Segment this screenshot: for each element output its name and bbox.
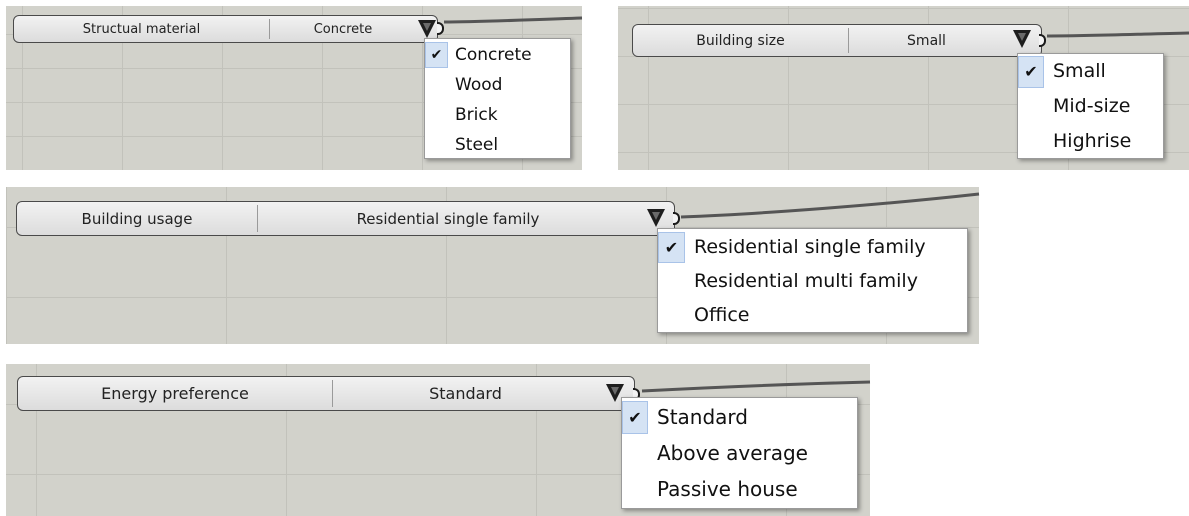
widget-value[interactable]: Standard bbox=[333, 384, 598, 403]
dropdown-menu-energy-preference: ✔ Standard Above average Passive house bbox=[621, 397, 858, 509]
menu-item-above-average[interactable]: Above average bbox=[622, 436, 857, 472]
menu-item-label: Passive house bbox=[657, 477, 798, 501]
menu-item-label: Above average bbox=[657, 441, 808, 465]
menu-item-label: Standard bbox=[657, 405, 748, 429]
widget-label: Energy preference bbox=[101, 384, 249, 403]
menu-item-passive-house[interactable]: Passive house bbox=[622, 472, 857, 508]
value-list-energy-preference[interactable]: Energy preference Standard bbox=[17, 376, 635, 411]
checkmark-icon: ✔ bbox=[622, 401, 648, 434]
output-wire-energy-preference bbox=[641, 380, 871, 393]
menu-item-standard[interactable]: ✔ Standard bbox=[622, 400, 857, 436]
